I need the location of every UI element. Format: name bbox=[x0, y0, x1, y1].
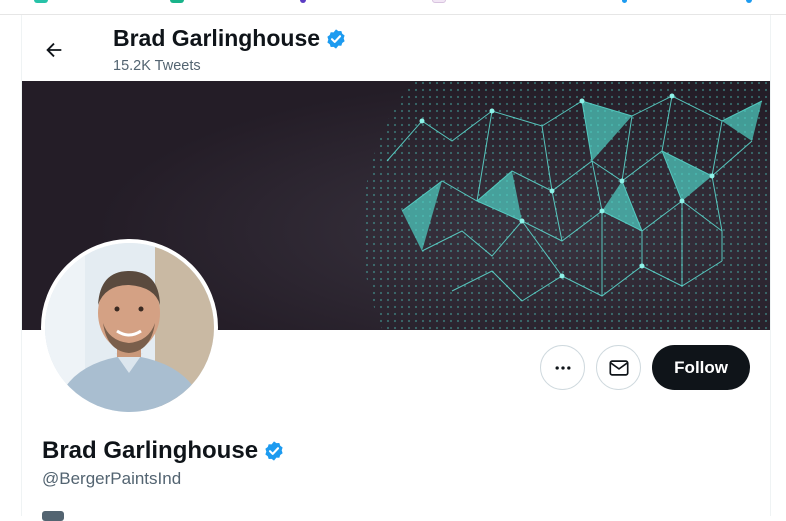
profile-handle: @BergerPaintsInd bbox=[42, 469, 182, 488]
profile-actions: Follow bbox=[540, 345, 750, 390]
envelope-icon bbox=[609, 359, 629, 376]
header-title: Brad Garlinghouse bbox=[113, 25, 347, 52]
header-name-text: Brad Garlinghouse bbox=[113, 25, 321, 51]
profile-display-name: Brad Garlinghouse bbox=[42, 437, 285, 465]
verified-badge-icon bbox=[325, 28, 347, 50]
follow-button[interactable]: Follow bbox=[652, 345, 750, 390]
profile-header: Brad Garlinghouse 15.2K Tweets bbox=[22, 15, 770, 81]
message-button[interactable] bbox=[596, 345, 642, 390]
back-button[interactable] bbox=[36, 32, 72, 68]
browser-bookmarks-strip bbox=[0, 0, 786, 15]
arrow-left-icon bbox=[46, 42, 62, 58]
profile-name-text: Brad Garlinghouse bbox=[42, 437, 259, 464]
more-button[interactable] bbox=[540, 345, 586, 390]
profile-column: Brad Garlinghouse 15.2K Tweets Follow Br… bbox=[21, 15, 771, 521]
professional-category-icon bbox=[42, 511, 64, 521]
profile-avatar[interactable] bbox=[41, 239, 218, 416]
tweet-count: 15.2K Tweets bbox=[113, 58, 201, 74]
more-horizontal-icon bbox=[555, 365, 571, 370]
verified-badge-icon bbox=[263, 440, 285, 462]
